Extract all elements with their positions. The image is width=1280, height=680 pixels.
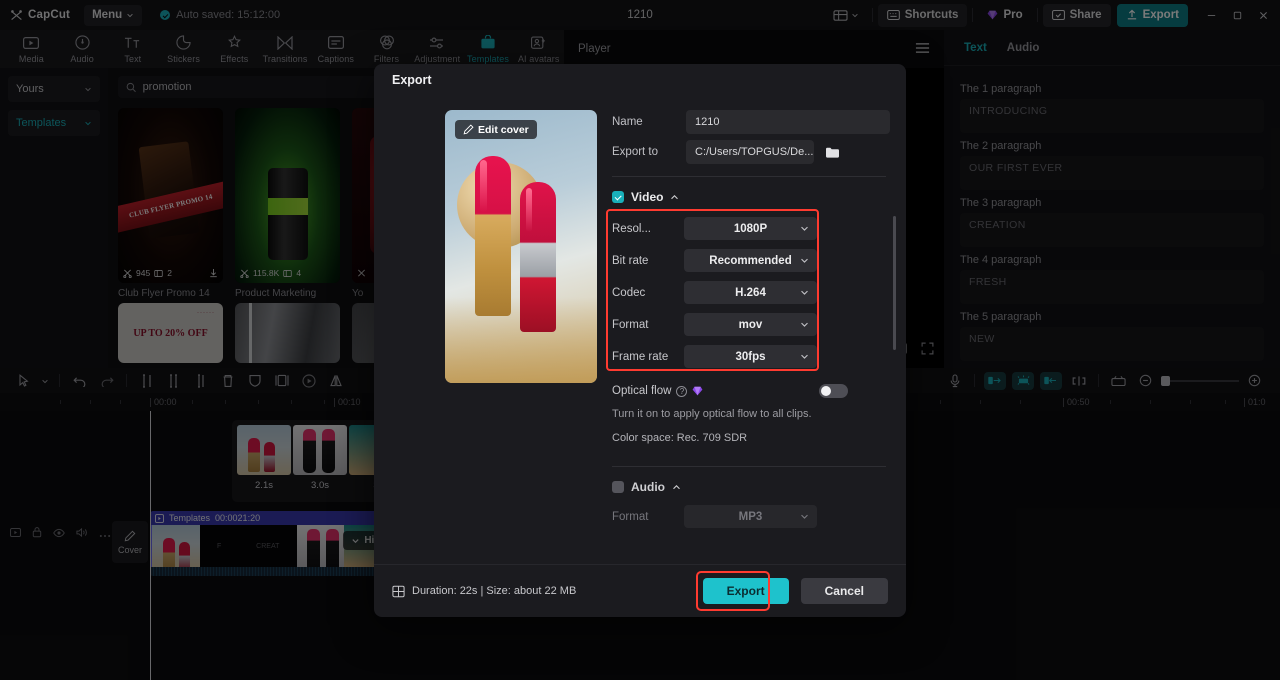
- chevron-down-icon: [800, 287, 809, 299]
- export-to-label: Export to: [612, 146, 686, 158]
- chevron-down-icon: [800, 319, 809, 331]
- optical-flow-toggle[interactable]: [819, 384, 848, 398]
- name-row: Name 1210: [612, 110, 890, 134]
- framerate-select[interactable]: 30fps: [684, 345, 817, 368]
- file-info-icon: [392, 585, 405, 598]
- video-section-header[interactable]: Video: [612, 187, 890, 207]
- edit-cover-label: Edit cover: [478, 124, 529, 136]
- format-row: Format mov: [612, 313, 890, 336]
- question-circle-icon[interactable]: ?: [676, 386, 687, 397]
- audio-checkbox[interactable]: [612, 481, 624, 493]
- format-select[interactable]: mov: [684, 313, 817, 336]
- chevron-down-icon: [800, 255, 809, 267]
- edit-pencil-icon: [463, 124, 474, 135]
- dialog-footer: Duration: 22s | Size: about 22 MB Export…: [374, 564, 906, 617]
- export-to-row: Export to C:/Users/TOPGUS/De...: [612, 140, 890, 164]
- toggle-knob: [821, 386, 831, 396]
- chevron-up-icon[interactable]: [670, 194, 679, 201]
- browse-folder-button[interactable]: [822, 142, 842, 162]
- resolution-label: Resol...: [612, 223, 684, 235]
- name-input[interactable]: 1210: [686, 110, 890, 134]
- cover-preview-wrap: Edit cover: [374, 96, 597, 564]
- bitrate-value: Recommended: [709, 255, 791, 267]
- framerate-row: Frame rate 30fps: [612, 345, 890, 368]
- framerate-label: Frame rate: [612, 351, 684, 363]
- duration-text: Duration: 22s | Size: about 22 MB: [412, 585, 576, 597]
- folder-icon: [825, 146, 840, 159]
- resolution-row: Resol... 1080P: [612, 217, 890, 240]
- codec-select[interactable]: H.264: [684, 281, 817, 304]
- dialog-scrollbar[interactable]: [893, 216, 896, 350]
- export-confirm-button[interactable]: Export: [703, 578, 789, 604]
- codec-value: H.264: [735, 287, 766, 299]
- cover-lipstick-silver-art: [520, 182, 556, 332]
- duration-info: Duration: 22s | Size: about 22 MB: [392, 585, 576, 598]
- export-form: Name 1210 Export to C:/Users/TOPGUS/De..…: [612, 96, 906, 564]
- chevron-down-icon: [800, 223, 809, 235]
- dialog-title: Export: [374, 64, 906, 96]
- bitrate-row: Bit rate Recommended: [612, 249, 890, 272]
- dialog-content: Edit cover Name 1210 Export to C:/Users/…: [374, 96, 906, 564]
- audio-format-label: Format: [612, 511, 684, 523]
- name-label: Name: [612, 116, 686, 128]
- chevron-up-icon[interactable]: [672, 484, 681, 491]
- video-settings: Resol... 1080P Bit rate Recommended: [612, 211, 890, 376]
- audio-format-select[interactable]: MP3: [684, 505, 817, 528]
- cover-lipstick-gold-art: [475, 156, 511, 316]
- cancel-button[interactable]: Cancel: [801, 578, 888, 604]
- audio-format-value: MP3: [739, 511, 763, 523]
- export-dialog: Export Edit cover: [374, 64, 906, 617]
- bitrate-select[interactable]: Recommended: [684, 249, 817, 272]
- optical-flow-hint: Turn it on to apply optical flow to all …: [612, 408, 890, 420]
- divider: [612, 466, 886, 467]
- resolution-value: 1080P: [734, 223, 767, 235]
- framerate-value: 30fps: [735, 351, 765, 363]
- footer-buttons: Export Cancel: [703, 578, 888, 604]
- pro-gem-icon: [692, 386, 703, 396]
- audio-section-header[interactable]: Audio: [612, 477, 890, 497]
- color-space-text: Color space: Rec. 709 SDR: [612, 432, 890, 444]
- audio-section-label: Audio: [631, 480, 665, 494]
- format-label: Format: [612, 319, 684, 331]
- chevron-down-icon: [800, 351, 809, 363]
- codec-row: Codec H.264: [612, 281, 890, 304]
- resolution-select[interactable]: 1080P: [684, 217, 817, 240]
- bitrate-label: Bit rate: [612, 255, 684, 267]
- chevron-down-icon: [800, 511, 809, 523]
- format-value: mov: [739, 319, 763, 331]
- export-path-input[interactable]: C:/Users/TOPGUS/De...: [686, 140, 814, 164]
- audio-format-row: Format MP3: [612, 505, 890, 528]
- video-section-label: Video: [631, 190, 663, 204]
- optical-flow-label: Optical flow: [612, 385, 671, 397]
- cover-preview: Edit cover: [445, 110, 597, 383]
- divider: [612, 176, 886, 177]
- optical-flow-row: Optical flow ?: [612, 380, 890, 402]
- capcut-window: CapCut Menu Auto saved: 15:12:00 1210: [0, 0, 1280, 680]
- video-checkbox[interactable]: [612, 191, 624, 203]
- cover-art: [445, 110, 597, 383]
- edit-cover-button[interactable]: Edit cover: [455, 120, 537, 139]
- codec-label: Codec: [612, 287, 684, 299]
